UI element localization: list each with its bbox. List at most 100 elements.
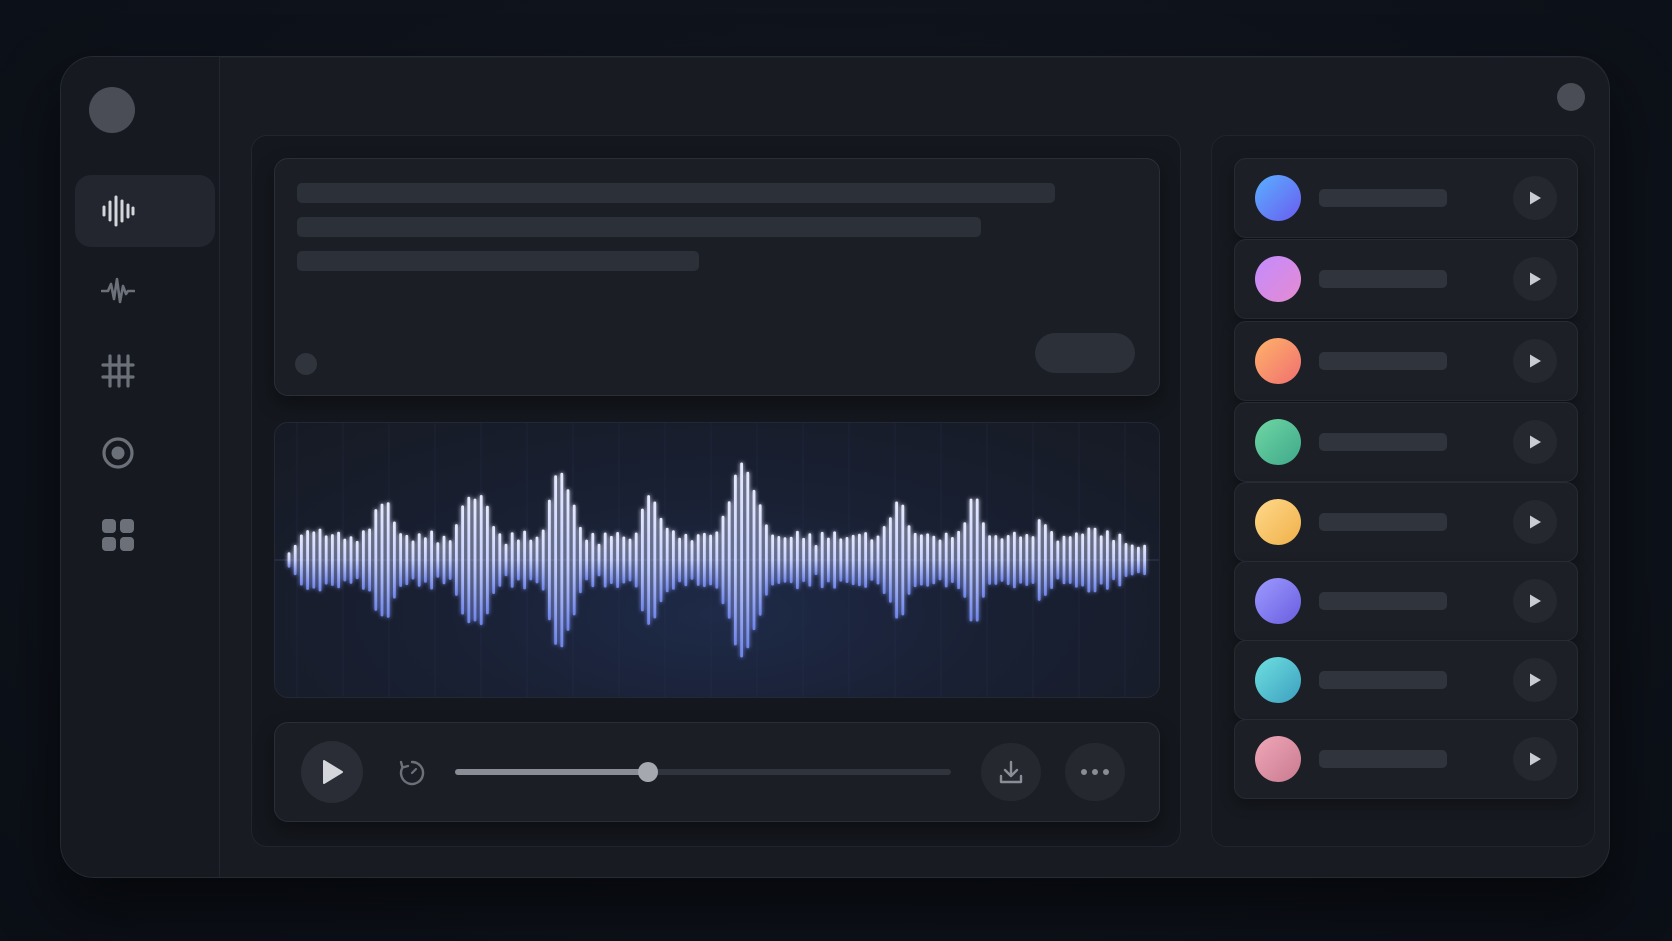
voice-play-button[interactable]	[1513, 658, 1557, 702]
voice-play-button[interactable]	[1513, 420, 1557, 464]
waveform-bar	[926, 533, 929, 587]
waveform-bar	[913, 532, 917, 588]
waveform-bar	[603, 532, 607, 588]
voice-list-item[interactable]	[1234, 158, 1578, 238]
voice-play-button[interactable]	[1513, 737, 1557, 781]
waveform-bar	[374, 509, 378, 611]
more-icon	[1081, 769, 1109, 775]
voice-avatar	[1255, 175, 1301, 221]
waveform-bar	[901, 504, 905, 616]
waveform-bar	[572, 504, 576, 616]
waveform-bar	[963, 522, 967, 598]
nav-waveform[interactable]	[75, 175, 215, 247]
waveform-bar	[808, 533, 812, 587]
more-options-button[interactable]	[1065, 743, 1125, 801]
waveform-bar	[740, 462, 743, 658]
waveform-bar	[814, 545, 818, 575]
voice-list-item[interactable]	[1234, 719, 1578, 799]
waveform-bar	[721, 515, 725, 605]
waveform-bar	[411, 540, 415, 580]
waveform-bar	[746, 471, 750, 649]
waveform-bar	[975, 498, 979, 622]
waveform-bar	[579, 526, 582, 594]
waveform-bar	[1093, 527, 1097, 593]
voice-name-placeholder	[1319, 433, 1447, 451]
status-indicator	[295, 353, 317, 375]
waveform-bar	[647, 495, 650, 625]
window-status-dot[interactable]	[1557, 83, 1585, 111]
download-button[interactable]	[981, 743, 1041, 801]
voice-name-placeholder	[1319, 189, 1447, 207]
waveform-bar	[498, 533, 502, 587]
voice-list-item[interactable]	[1234, 321, 1578, 401]
voice-avatar	[1255, 736, 1301, 782]
waveform-bar	[386, 502, 390, 618]
waveform-bar	[1013, 531, 1016, 589]
slider-handle[interactable]	[638, 762, 659, 782]
waveform-bar	[870, 539, 874, 581]
voice-list-item[interactable]	[1234, 640, 1578, 720]
waveform-bar	[548, 499, 551, 621]
waveform-bar	[1143, 544, 1146, 576]
voice-play-button[interactable]	[1513, 176, 1557, 220]
generate-button[interactable]	[1035, 333, 1135, 373]
waveform-bar	[597, 543, 601, 577]
waveform-bar	[355, 540, 359, 580]
waveform-bar	[566, 489, 570, 631]
nav-record[interactable]	[75, 417, 215, 489]
voice-list-item[interactable]	[1234, 239, 1578, 319]
waveform-bar	[1044, 524, 1047, 596]
waveform-bar	[293, 544, 297, 576]
player-controls	[274, 722, 1160, 822]
waveform-bar	[864, 532, 867, 588]
waveform-bar	[758, 504, 762, 616]
text-line-placeholder	[297, 251, 699, 271]
waveform-visualizer	[274, 422, 1160, 698]
nav-equalizer[interactable]	[75, 335, 215, 407]
waveform-bar	[560, 472, 564, 648]
app-window	[60, 56, 1610, 878]
voice-name-placeholder	[1319, 513, 1447, 531]
voice-list-item[interactable]	[1234, 402, 1578, 482]
voice-play-button[interactable]	[1513, 257, 1557, 301]
waveform-bar	[504, 543, 508, 577]
waveform-bar	[448, 540, 452, 580]
waveform-bar	[517, 539, 520, 581]
waveform-bar	[1031, 536, 1035, 584]
avatar[interactable]	[89, 87, 135, 133]
waveform-bar	[994, 535, 998, 585]
voice-name-placeholder	[1319, 671, 1447, 689]
sidebar	[61, 57, 220, 877]
nav-pulse[interactable]	[75, 255, 215, 327]
waveform-bar	[1000, 538, 1004, 582]
waveform-bar	[820, 531, 824, 589]
waveform-bar	[665, 527, 669, 593]
voice-avatar	[1255, 419, 1301, 465]
waveform-bar	[492, 525, 495, 595]
voice-list-item[interactable]	[1234, 482, 1578, 562]
waveform-bar	[653, 501, 657, 619]
voice-play-button[interactable]	[1513, 339, 1557, 383]
voice-play-button[interactable]	[1513, 579, 1557, 623]
play-button[interactable]	[301, 741, 363, 803]
waveform-bar	[1124, 543, 1128, 577]
replay-icon[interactable]	[397, 758, 427, 788]
waveform-bar	[455, 524, 458, 596]
text-input-card[interactable]	[274, 158, 1160, 396]
voice-play-button[interactable]	[1513, 500, 1557, 544]
waveform-bar	[461, 505, 464, 615]
progress-slider[interactable]	[455, 762, 951, 782]
waveform-bar	[300, 534, 303, 586]
voice-list-item[interactable]	[1234, 561, 1578, 641]
waveform-bar	[734, 474, 737, 646]
waveform-bar	[479, 495, 483, 625]
waveform-bar	[1037, 519, 1041, 601]
waveform-bar	[324, 535, 328, 585]
waveform-bar	[672, 530, 675, 590]
waveform-bar	[969, 498, 973, 622]
waveform-bar	[1062, 535, 1066, 585]
waveform-bar	[331, 534, 334, 586]
nav-grid[interactable]	[75, 499, 215, 571]
waveform-bar	[523, 530, 526, 590]
waveform-bar	[362, 530, 365, 590]
